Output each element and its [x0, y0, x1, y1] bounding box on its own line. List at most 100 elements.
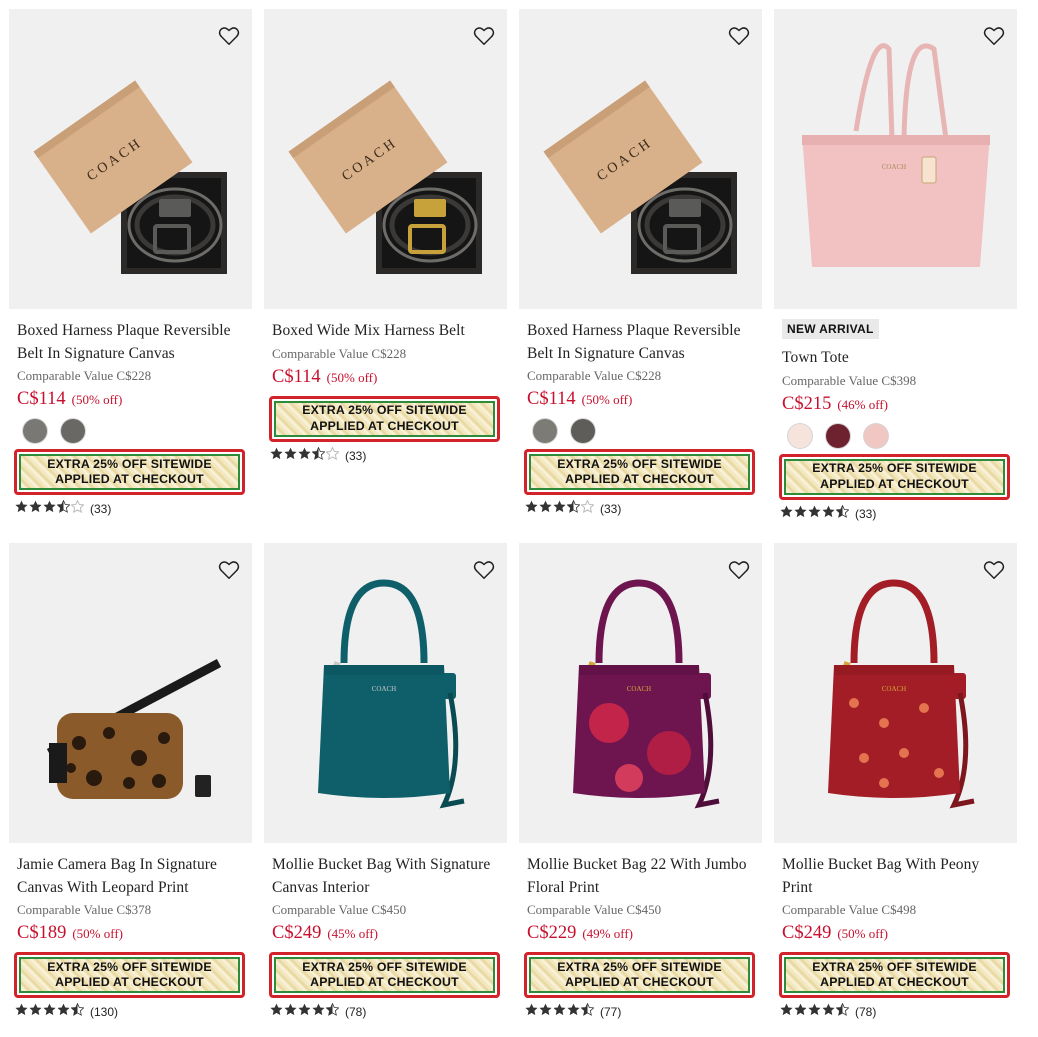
- product-image[interactable]: COACH: [264, 9, 507, 309]
- star-full-icon: [525, 500, 538, 518]
- product-card[interactable]: COACH Mollie Bucket Bag With Signature C…: [264, 543, 507, 1020]
- rating[interactable]: (33): [270, 445, 507, 465]
- review-count: (33): [600, 502, 622, 516]
- star-full-icon: [298, 1003, 311, 1021]
- promo-line-1: EXTRA 25% OFF SITEWIDE: [47, 456, 212, 471]
- product-name[interactable]: Boxed Harness Plaque Reversible Belt In …: [17, 320, 244, 365]
- comparable-value: Comparable Value C$228: [17, 368, 152, 383]
- heart-icon[interactable]: [983, 25, 1005, 47]
- product-card[interactable]: Jamie Camera Bag In Signature Canvas Wit…: [9, 543, 252, 1020]
- color-swatch[interactable]: [864, 423, 888, 448]
- rating[interactable]: (33): [780, 504, 1017, 523]
- discount-percent: (50% off): [837, 926, 889, 941]
- sale-price: C$229: [527, 923, 577, 943]
- product-name[interactable]: Mollie Bucket Bag With Peony Print: [782, 854, 1009, 899]
- discount-percent: (50% off): [581, 392, 633, 407]
- product-image[interactable]: COACH: [9, 9, 252, 309]
- color-swatch[interactable]: [61, 419, 85, 443]
- product-name[interactable]: Mollie Bucket Bag 22 With Jumbo Floral P…: [527, 854, 754, 899]
- promo-line-2: APPLIED AT CHECKOUT: [820, 476, 969, 491]
- heart-icon[interactable]: [728, 559, 750, 581]
- product-card[interactable]: COACH Boxed Harness Plaque Reversible Be…: [9, 9, 252, 517]
- heart-icon[interactable]: [473, 25, 495, 47]
- product-name[interactable]: Mollie Bucket Bag With Signature Canvas …: [272, 854, 499, 899]
- star-full-icon: [539, 1003, 552, 1021]
- rating[interactable]: (130): [15, 1002, 252, 1021]
- star-half-icon: [835, 504, 850, 523]
- heart-icon[interactable]: [728, 25, 750, 47]
- color-swatch[interactable]: [571, 419, 595, 443]
- star-full-icon: [15, 1003, 28, 1021]
- product-card[interactable]: COACH Boxed Wide Mix Harness Belt Compar…: [264, 9, 507, 464]
- heart-icon[interactable]: [218, 25, 240, 47]
- rating[interactable]: (33): [525, 499, 762, 518]
- promo-line-2: APPLIED AT CHECKOUT: [310, 975, 459, 989]
- rating-stars: [15, 499, 85, 518]
- color-swatch[interactable]: [533, 419, 557, 443]
- star-full-icon: [525, 1003, 538, 1021]
- product-image[interactable]: COACH: [519, 9, 762, 309]
- discount-percent: (46% off): [837, 396, 889, 412]
- rating[interactable]: (33): [15, 499, 252, 518]
- star-full-icon: [822, 1003, 835, 1021]
- product-image-boxed-belt-silver: COACH: [33, 80, 227, 274]
- product-card[interactable]: COACH Mollie Bucket Bag With Peony Print…: [774, 543, 1017, 1020]
- promo-banner: EXTRA 25% OFF SITEWIDE APPLIED AT CHECKO…: [779, 453, 1010, 500]
- color-swatches: [788, 423, 1017, 448]
- color-swatch[interactable]: [23, 419, 47, 443]
- star-full-icon: [312, 1003, 325, 1021]
- rating[interactable]: (78): [780, 1002, 1017, 1021]
- star-full-icon: [43, 1003, 56, 1021]
- color-swatch[interactable]: [826, 423, 850, 448]
- star-half-icon: [70, 1002, 85, 1021]
- star-full-icon: [808, 1003, 821, 1021]
- product-card[interactable]: COACH Mollie Bucket Bag 22 With Jumbo Fl…: [519, 543, 762, 1020]
- product-image[interactable]: COACH: [264, 543, 507, 843]
- product-name[interactable]: Jamie Camera Bag In Signature Canvas Wit…: [17, 854, 244, 899]
- svg-text:COACH: COACH: [372, 685, 397, 693]
- promo-line-1: EXTRA 25% OFF SITEWIDE: [557, 456, 722, 471]
- color-swatch[interactable]: [788, 423, 812, 448]
- star-half-icon: [566, 499, 581, 518]
- product-image-boxed-belt-silver: COACH: [543, 80, 737, 274]
- star-full-icon: [270, 1003, 283, 1021]
- heart-icon[interactable]: [473, 559, 495, 581]
- product-image-red-peony-bucket-bag: COACH: [828, 579, 975, 809]
- star-full-icon: [57, 1003, 70, 1021]
- star-full-icon: [567, 1003, 580, 1021]
- heart-icon[interactable]: [983, 559, 1005, 581]
- heart-icon[interactable]: [218, 559, 240, 581]
- product-image[interactable]: [9, 543, 252, 843]
- review-count: (130): [90, 1005, 119, 1019]
- comparable-value: Comparable Value C$228: [527, 368, 662, 383]
- star-half-icon: [580, 1002, 595, 1021]
- rating[interactable]: (77): [525, 1002, 762, 1021]
- promo-banner: EXTRA 25% OFF SITEWIDE APPLIED AT CHECKO…: [14, 952, 245, 998]
- product-image[interactable]: COACH: [774, 543, 1017, 843]
- product-image[interactable]: COACH: [774, 9, 1017, 309]
- promo-line-2: APPLIED AT CHECKOUT: [820, 975, 969, 989]
- discount-percent: (49% off): [582, 926, 634, 941]
- product-card[interactable]: COACH NEW ARRIVAL Town Tote Comparable V…: [774, 9, 1017, 522]
- rating-stars: [270, 445, 340, 465]
- svg-text:COACH: COACH: [882, 685, 907, 693]
- product-image[interactable]: COACH: [519, 543, 762, 843]
- star-full-icon: [284, 1003, 297, 1021]
- svg-text:COACH: COACH: [627, 685, 652, 693]
- star-half-icon: [56, 499, 71, 518]
- star-full-icon: [553, 1003, 566, 1021]
- star-empty-icon: [70, 499, 85, 518]
- star-empty-icon: [580, 499, 595, 518]
- rating[interactable]: (78): [270, 1002, 507, 1021]
- discount-percent: (50% off): [71, 392, 123, 407]
- color-swatches: [23, 419, 252, 443]
- product-name[interactable]: Town Tote: [782, 347, 1009, 370]
- review-count: (33): [90, 502, 112, 516]
- promo-line-2: APPLIED AT CHECKOUT: [55, 472, 204, 486]
- product-name[interactable]: Boxed Wide Mix Harness Belt: [272, 320, 499, 343]
- review-count: (33): [345, 448, 367, 463]
- product-name[interactable]: Boxed Harness Plaque Reversible Belt In …: [527, 320, 754, 365]
- promo-banner: EXTRA 25% OFF SITEWIDE APPLIED AT CHECKO…: [779, 952, 1010, 998]
- product-card[interactable]: COACH Boxed Harness Plaque Reversible Be…: [519, 9, 762, 517]
- comparable-value: Comparable Value C$450: [272, 902, 407, 917]
